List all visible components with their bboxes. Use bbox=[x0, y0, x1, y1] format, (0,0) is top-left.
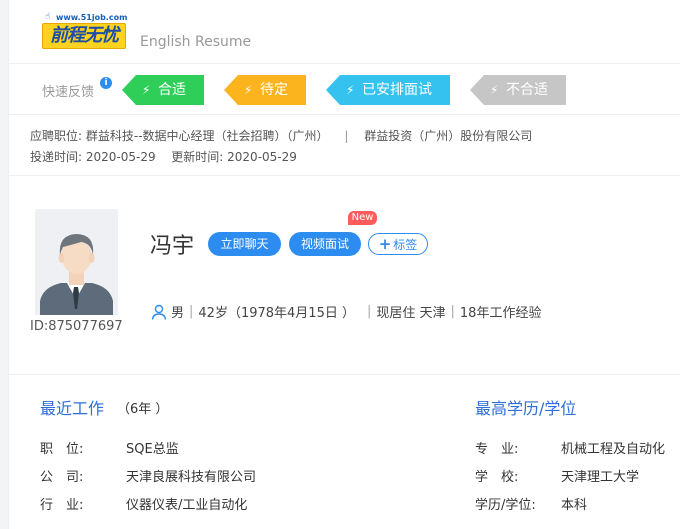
bolt-icon: ⚡ bbox=[346, 83, 355, 97]
work-industry-value: 仪器仪表/工业自动化 bbox=[126, 498, 248, 513]
candidate-residence: 现居住 天津 bbox=[376, 306, 446, 321]
feedback-tag-pending[interactable]: ⚡ 待定 bbox=[224, 75, 306, 105]
candidate-age: 42岁（1978年4月15日 ） bbox=[198, 306, 355, 321]
company-name: 群益投资（广州）股份有限公司 bbox=[364, 129, 533, 143]
candidate-name: 冯宇 bbox=[150, 234, 195, 259]
new-badge: New bbox=[348, 211, 377, 225]
edu-school-label: 学 校: bbox=[475, 470, 519, 485]
add-tag-button[interactable]: + 标签 bbox=[368, 233, 428, 255]
video-interview-button[interactable]: 视频面试 bbox=[289, 232, 361, 256]
logo-wordmark: 前程无忧 bbox=[42, 23, 126, 49]
work-company-value: 天津良展科技有限公司 bbox=[126, 470, 257, 485]
candidate-details: 男 | 42岁（1978年4月15日 ） | 现居住 天津 | 18年工作经验 bbox=[151, 302, 541, 321]
education-title: 最高学历/学位 bbox=[475, 399, 577, 418]
default-avatar-icon bbox=[35, 209, 118, 315]
feedback-tag-suitable[interactable]: ⚡ 合适 bbox=[122, 75, 204, 105]
updated-label: 更新时间: bbox=[171, 150, 224, 164]
feedback-tag-interview-scheduled[interactable]: ⚡ 已安排面试 bbox=[326, 75, 450, 105]
edu-degree-label: 学历/学位: bbox=[475, 498, 536, 513]
candidate-gender: 男 bbox=[171, 306, 185, 321]
plus-icon: + bbox=[378, 235, 392, 253]
add-tag-label: 标签 bbox=[393, 238, 418, 252]
application-position-line: 应聘职位: 群益科技--数据中心经理（社会招聘）（广州） | 群益投资（广州）股… bbox=[30, 127, 532, 144]
position-label: 应聘职位: bbox=[30, 129, 83, 143]
divider: | bbox=[450, 304, 455, 319]
feedback-tag-label: 合适 bbox=[158, 82, 186, 98]
recent-work-title: 最近工作 bbox=[40, 399, 105, 418]
quick-feedback-bar: 快速反馈 i ⚡ 合适 ⚡ 待定 ⚡ 已安排面试 ⚡ 不合适 bbox=[9, 65, 680, 115]
divider: | bbox=[189, 304, 194, 319]
edu-degree-value: 本科 bbox=[561, 498, 588, 513]
logo-site-text: www.51job.com bbox=[56, 13, 128, 22]
resume-page: ☝ www.51job.com 前程无忧 English Resume 快速反馈… bbox=[8, 0, 680, 529]
position-value: 群益科技--数据中心经理（社会招聘）（广州） bbox=[85, 129, 329, 143]
applied-label: 投递时间: bbox=[30, 150, 83, 164]
edu-major-value: 机械工程及自动化 bbox=[561, 442, 666, 457]
resume-header: ☝ www.51job.com 前程无忧 English Resume bbox=[9, 0, 680, 64]
english-resume-link[interactable]: English Resume bbox=[140, 34, 251, 50]
bolt-icon: ⚡ bbox=[244, 83, 253, 97]
bolt-icon: ⚡ bbox=[490, 83, 499, 97]
divider: | bbox=[366, 304, 372, 319]
feedback-tag-label: 不合适 bbox=[506, 82, 548, 98]
info-icon[interactable]: i bbox=[100, 77, 112, 89]
work-company-label: 公 司: bbox=[40, 470, 84, 485]
avatar bbox=[35, 209, 118, 315]
candidate-id: ID:875077697 bbox=[30, 319, 123, 334]
edu-major-label: 专 业: bbox=[475, 442, 519, 457]
application-info: 应聘职位: 群益科技--数据中心经理（社会招聘）（广州） | 群益投资（广州）股… bbox=[9, 116, 680, 176]
quick-feedback-label: 快速反馈 bbox=[42, 85, 95, 100]
51job-logo[interactable]: ☝ www.51job.com 前程无忧 bbox=[42, 12, 128, 50]
work-position-value: SQE总监 bbox=[126, 442, 179, 457]
edu-school-value: 天津理工大学 bbox=[561, 470, 640, 485]
person-icon bbox=[151, 304, 167, 320]
chat-now-button[interactable]: 立即聊天 bbox=[208, 232, 281, 256]
applied-date: 2020-05-29 bbox=[85, 150, 156, 164]
recent-work-years: （6年 ） bbox=[117, 402, 169, 417]
feedback-tag-unsuitable[interactable]: ⚡ 不合适 bbox=[470, 75, 566, 105]
separator: | bbox=[344, 129, 349, 143]
candidate-experience: 18年工作经验 bbox=[459, 306, 542, 321]
updated-date: 2020-05-29 bbox=[227, 150, 297, 164]
work-position-label: 职 位: bbox=[40, 442, 84, 457]
candidate-profile: ID:875077697 冯宇 立即聊天 视频面试 New + 标签 男 | 42… bbox=[9, 177, 680, 375]
feedback-tag-label: 已安排面试 bbox=[362, 82, 432, 98]
work-industry-label: 行 业: bbox=[40, 498, 84, 513]
application-dates-line: 投递时间: 2020-05-29 更新时间: 2020-05-29 bbox=[30, 148, 297, 165]
feedback-tag-label: 待定 bbox=[260, 82, 288, 98]
bolt-icon: ⚡ bbox=[142, 83, 151, 97]
